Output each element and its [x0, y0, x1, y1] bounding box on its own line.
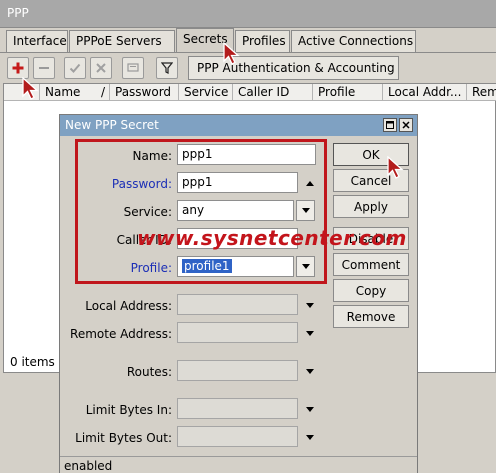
- expand-down-icon[interactable]: [303, 430, 317, 444]
- filter-button[interactable]: [156, 57, 178, 79]
- mouse-cursor-icon: [223, 42, 240, 65]
- tab-active-connections[interactable]: Active Connections: [291, 30, 416, 52]
- limit-bytes-in-field[interactable]: [177, 398, 298, 419]
- column-header-caller-id[interactable]: Caller ID: [233, 84, 313, 101]
- expand-down-icon[interactable]: [303, 364, 317, 378]
- column-header-name[interactable]: Name /: [40, 84, 110, 101]
- comment-button[interactable]: [122, 57, 144, 79]
- remote-address-label: Remote Address:: [70, 327, 172, 341]
- apply-button[interactable]: Apply: [333, 195, 409, 218]
- highlight-box: [75, 139, 327, 284]
- ppp-auth-accounting-button[interactable]: PPP Authentication & Accounting: [188, 56, 399, 80]
- plus-icon: [12, 62, 24, 74]
- check-icon: [69, 63, 81, 73]
- cross-icon: [96, 63, 106, 73]
- dialog-title: New PPP Secret: [65, 118, 159, 132]
- tab-pppoe-servers[interactable]: PPPoE Servers: [69, 30, 175, 52]
- mouse-cursor-icon: [387, 156, 404, 179]
- enable-button[interactable]: [64, 57, 86, 79]
- minus-icon: [39, 67, 49, 69]
- remote-address-field[interactable]: [177, 322, 298, 343]
- limit-bytes-in-label: Limit Bytes In:: [85, 403, 172, 417]
- routes-field[interactable]: [177, 360, 298, 381]
- ppp-window-titlebar: PPP: [0, 0, 496, 28]
- tab-profiles[interactable]: Profiles: [235, 30, 290, 52]
- maximize-icon: [386, 121, 394, 129]
- filter-icon: [161, 62, 173, 74]
- column-header-password[interactable]: Password: [110, 84, 179, 101]
- expand-down-icon[interactable]: [303, 298, 317, 312]
- close-icon: [402, 121, 410, 129]
- disable-button[interactable]: [90, 57, 112, 79]
- dialog-titlebar[interactable]: New PPP Secret: [60, 115, 417, 136]
- maximize-button[interactable]: [383, 118, 397, 132]
- comment-secret-button[interactable]: Comment: [333, 253, 409, 276]
- tab-underline: [0, 52, 496, 53]
- copy-button[interactable]: Copy: [333, 279, 409, 302]
- mouse-cursor-icon: [22, 77, 39, 100]
- limit-bytes-out-label: Limit Bytes Out:: [75, 431, 172, 445]
- tab-interface[interactable]: Interface: [6, 30, 68, 52]
- limit-bytes-out-field[interactable]: [177, 426, 298, 447]
- comment-icon: [127, 63, 139, 72]
- window-title: PPP: [7, 6, 29, 20]
- sort-icon: /: [100, 85, 105, 99]
- column-header-profile[interactable]: Profile: [313, 84, 383, 101]
- expand-down-icon[interactable]: [303, 402, 317, 416]
- column-header-local-address[interactable]: Local Addr...: [383, 84, 467, 101]
- add-button[interactable]: [7, 57, 29, 79]
- column-header-service[interactable]: Service: [179, 84, 233, 101]
- remove-button[interactable]: [33, 57, 55, 79]
- local-address-label: Local Address:: [85, 299, 172, 313]
- routes-label: Routes:: [126, 365, 172, 379]
- expand-down-icon[interactable]: [303, 326, 317, 340]
- close-button[interactable]: [399, 118, 413, 132]
- items-count: 0 items: [10, 355, 55, 369]
- watermark: www.sysnetcenter.com: [137, 226, 407, 250]
- local-address-field[interactable]: [177, 294, 298, 315]
- remove-secret-button[interactable]: Remove: [333, 305, 409, 328]
- column-header-remote-address[interactable]: Rem: [467, 84, 496, 101]
- dialog-status: enabled: [60, 456, 417, 473]
